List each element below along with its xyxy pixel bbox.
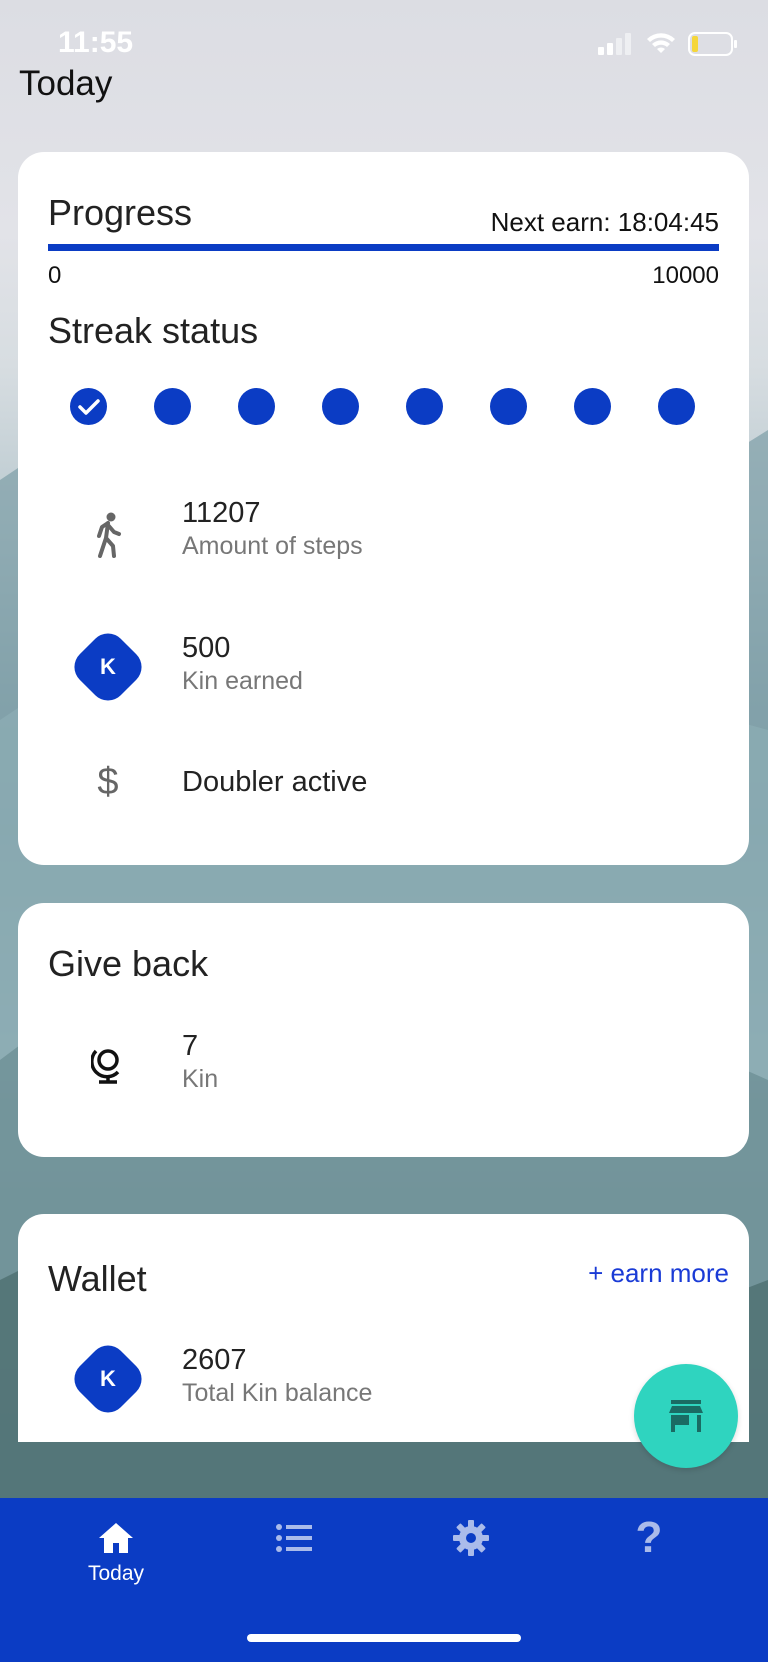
streak-dots <box>70 388 720 426</box>
wallet-title: Wallet <box>48 1258 147 1299</box>
doubler-label: Doubler active <box>182 766 368 798</box>
progress-bar <box>48 244 719 251</box>
tab-help[interactable]: ? <box>584 1498 714 1608</box>
check-icon <box>77 398 100 415</box>
streak-dot <box>322 388 359 425</box>
home-icon <box>97 1518 135 1558</box>
progress-max: 10000 <box>652 262 719 289</box>
wallet-balance-value: 2607 <box>182 1344 247 1376</box>
give-back-card[interactable]: Give back 7 Kin <box>18 903 749 1157</box>
streak-dot <box>658 388 695 425</box>
status-time: 11:55 <box>58 26 134 59</box>
status-bar: 11:55 <box>0 0 768 90</box>
streak-dot <box>490 388 527 425</box>
streak-dot <box>406 388 443 425</box>
wallet-balance-label: Total Kin balance <box>182 1379 373 1407</box>
progress-min: 0 <box>48 262 62 289</box>
give-back-value: 7 <box>182 1030 199 1062</box>
tab-today-label: Today <box>87 1562 145 1585</box>
give-back-label: Kin <box>182 1065 219 1093</box>
streak-dot <box>574 388 611 425</box>
status-icons <box>598 32 738 56</box>
list-icon <box>276 1518 312 1558</box>
globe-icon <box>78 1035 138 1095</box>
walking-icon <box>78 505 138 565</box>
steps-label: Amount of steps <box>182 532 363 560</box>
tab-settings[interactable] <box>406 1498 536 1608</box>
earn-more-link[interactable]: + earn more <box>588 1258 729 1289</box>
wifi-icon <box>647 33 675 53</box>
streak-dot <box>238 388 275 425</box>
gear-icon <box>452 1518 490 1558</box>
give-back-title: Give back <box>48 943 209 984</box>
streak-dot <box>154 388 191 425</box>
streak-dot <box>70 388 107 425</box>
kin-earned-value: 500 <box>182 632 231 664</box>
give-back-row: 7 Kin <box>18 1030 749 1100</box>
signal-icon <box>598 33 631 55</box>
kin-earned-row: K 500 Kin earned <box>18 625 749 709</box>
steps-row: 11207 Amount of steps <box>18 497 749 567</box>
page-title: Today <box>19 64 113 103</box>
kin-icon: K <box>66 625 150 709</box>
progress-bar-fill <box>48 244 719 251</box>
next-earn-timer: Next earn: 18:04:45 <box>490 207 719 237</box>
tab-list[interactable] <box>229 1498 359 1608</box>
store-button[interactable] <box>634 1364 738 1468</box>
doubler-row: $ Doubler active <box>18 752 749 822</box>
home-indicator <box>247 1634 521 1642</box>
kin-icon: K <box>66 1337 150 1421</box>
streak-title: Streak status <box>48 310 259 351</box>
progress-title: Progress <box>48 192 193 233</box>
store-icon <box>669 1400 703 1432</box>
battery-icon <box>688 32 737 56</box>
kin-earned-label: Kin earned <box>182 667 303 695</box>
steps-value: 11207 <box>182 497 261 529</box>
progress-card: Progress Next earn: 18:04:45 0 10000 Str… <box>18 152 749 865</box>
help-icon: ? <box>635 1513 663 1562</box>
tab-today[interactable]: Today <box>51 1498 181 1608</box>
dollar-icon: $ <box>97 760 119 803</box>
